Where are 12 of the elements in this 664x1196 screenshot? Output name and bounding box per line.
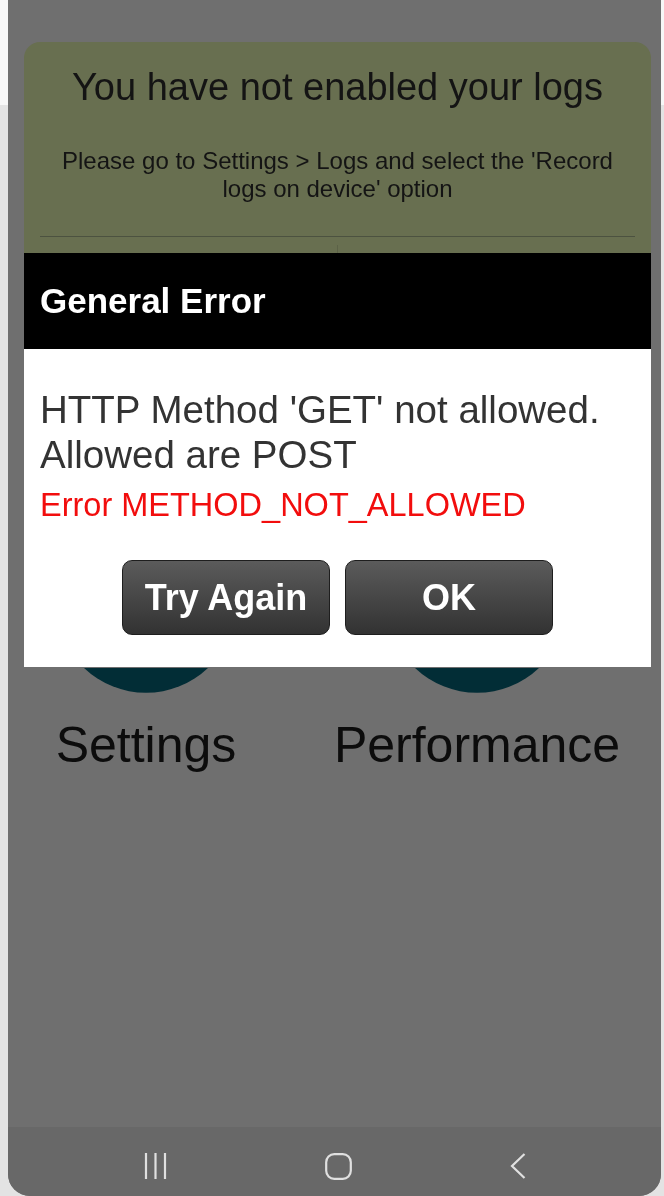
dialog-button[interactable]: OK <box>345 560 553 635</box>
dialog-button[interactable]: Try Again <box>122 560 330 635</box>
back-icon[interactable] <box>510 1153 526 1179</box>
notice-message: Please go to Settings > Logs and select the 'Record logs on device' option <box>61 147 614 203</box>
home-icon[interactable] <box>325 1153 352 1180</box>
tile-label[interactable]: Settings <box>55 717 237 773</box>
error-message: HTTP Method 'GET' not allowed. Allowed are POST <box>40 387 601 477</box>
recent-apps-icon[interactable] <box>144 1153 167 1179</box>
tile-label[interactable]: Performance <box>333 717 621 773</box>
error-code: Error METHOD_NOT_ALLOWED <box>40 486 527 525</box>
dialog-title: General Error <box>40 280 266 322</box>
notice-title: You have not enabled your logs <box>72 65 603 109</box>
